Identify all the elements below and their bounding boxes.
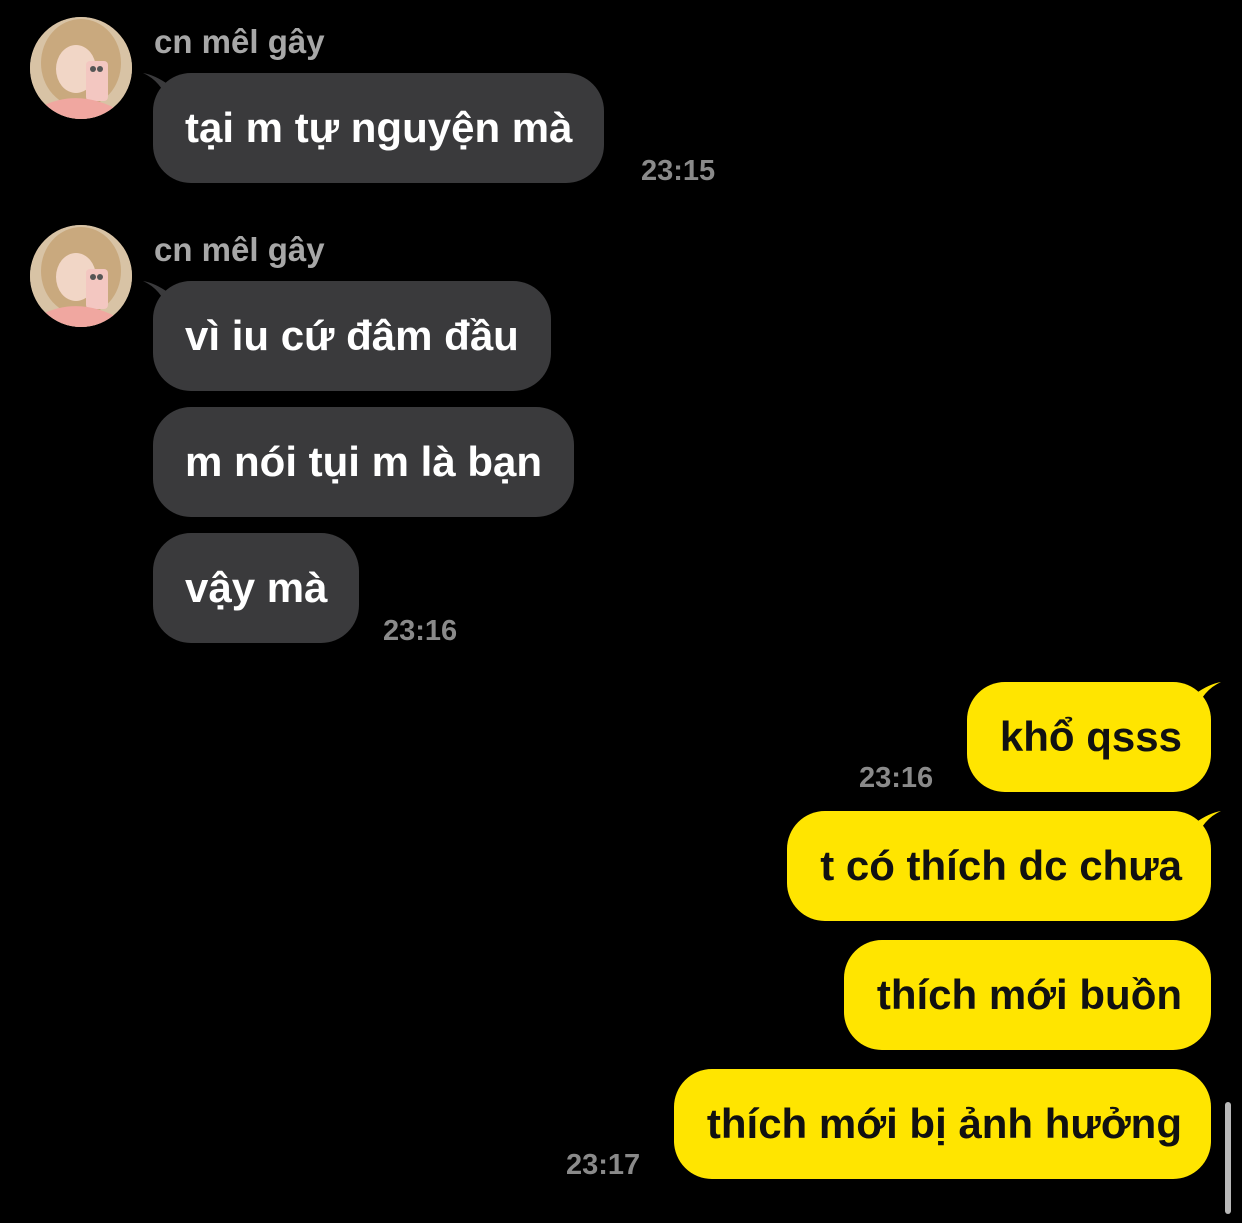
message-text: thích mới buồn: [876, 971, 1182, 1018]
message-bubble[interactable]: khổ qsss: [966, 682, 1221, 792]
chat-view: cn mêl gây tại m tự nguyện mà 23:15 cn m…: [0, 0, 1242, 1223]
message-time: 23:16: [859, 762, 934, 794]
sender-name: cn mêl gây: [154, 23, 325, 60]
message-bubble[interactable]: vậy mà: [153, 533, 360, 643]
message-bubble[interactable]: thích mới bị ảnh hưởng: [673, 1069, 1211, 1179]
sender-name: cn mêl gây: [154, 231, 325, 268]
scrollbar[interactable]: [1225, 1102, 1231, 1214]
message-text: tại m tự nguyện mà: [185, 104, 573, 151]
message-time: 23:17: [566, 1149, 641, 1181]
message-bubble[interactable]: tại m tự nguyện mà: [143, 73, 605, 183]
avatar[interactable]: [30, 17, 132, 119]
message-time: 23:15: [641, 155, 716, 187]
bubble-tail-icon: [1195, 811, 1221, 841]
bubble-tail-icon: [1195, 682, 1221, 712]
bubble-tail-icon: [143, 281, 169, 311]
message-time: 23:16: [383, 615, 458, 647]
message-bubble[interactable]: t có thích dc chưa: [787, 811, 1221, 921]
bubble-tail-icon: [143, 73, 169, 103]
message-text: t có thích dc chưa: [820, 842, 1182, 889]
message-text: vậy mà: [185, 564, 328, 611]
message-bubble[interactable]: vì iu cứ đâm đầu: [143, 281, 551, 391]
avatar[interactable]: [30, 225, 132, 327]
message-text: thích mới bị ảnh hưởng: [706, 1100, 1182, 1147]
message-text: vì iu cứ đâm đầu: [185, 312, 519, 359]
message-text: khổ qsss: [999, 713, 1182, 760]
message-bubble[interactable]: m nói tụi m là bạn: [153, 407, 575, 517]
message-text: m nói tụi m là bạn: [185, 438, 543, 485]
message-bubble[interactable]: thích mới buồn: [843, 940, 1211, 1050]
